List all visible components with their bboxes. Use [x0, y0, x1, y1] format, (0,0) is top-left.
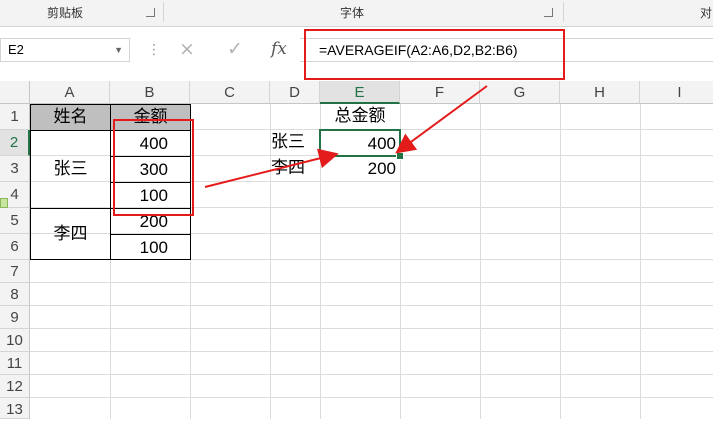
arrow-to-result	[395, 85, 488, 154]
annotation-arrows	[204, 85, 488, 188]
arrow-from-amounts	[204, 148, 339, 188]
